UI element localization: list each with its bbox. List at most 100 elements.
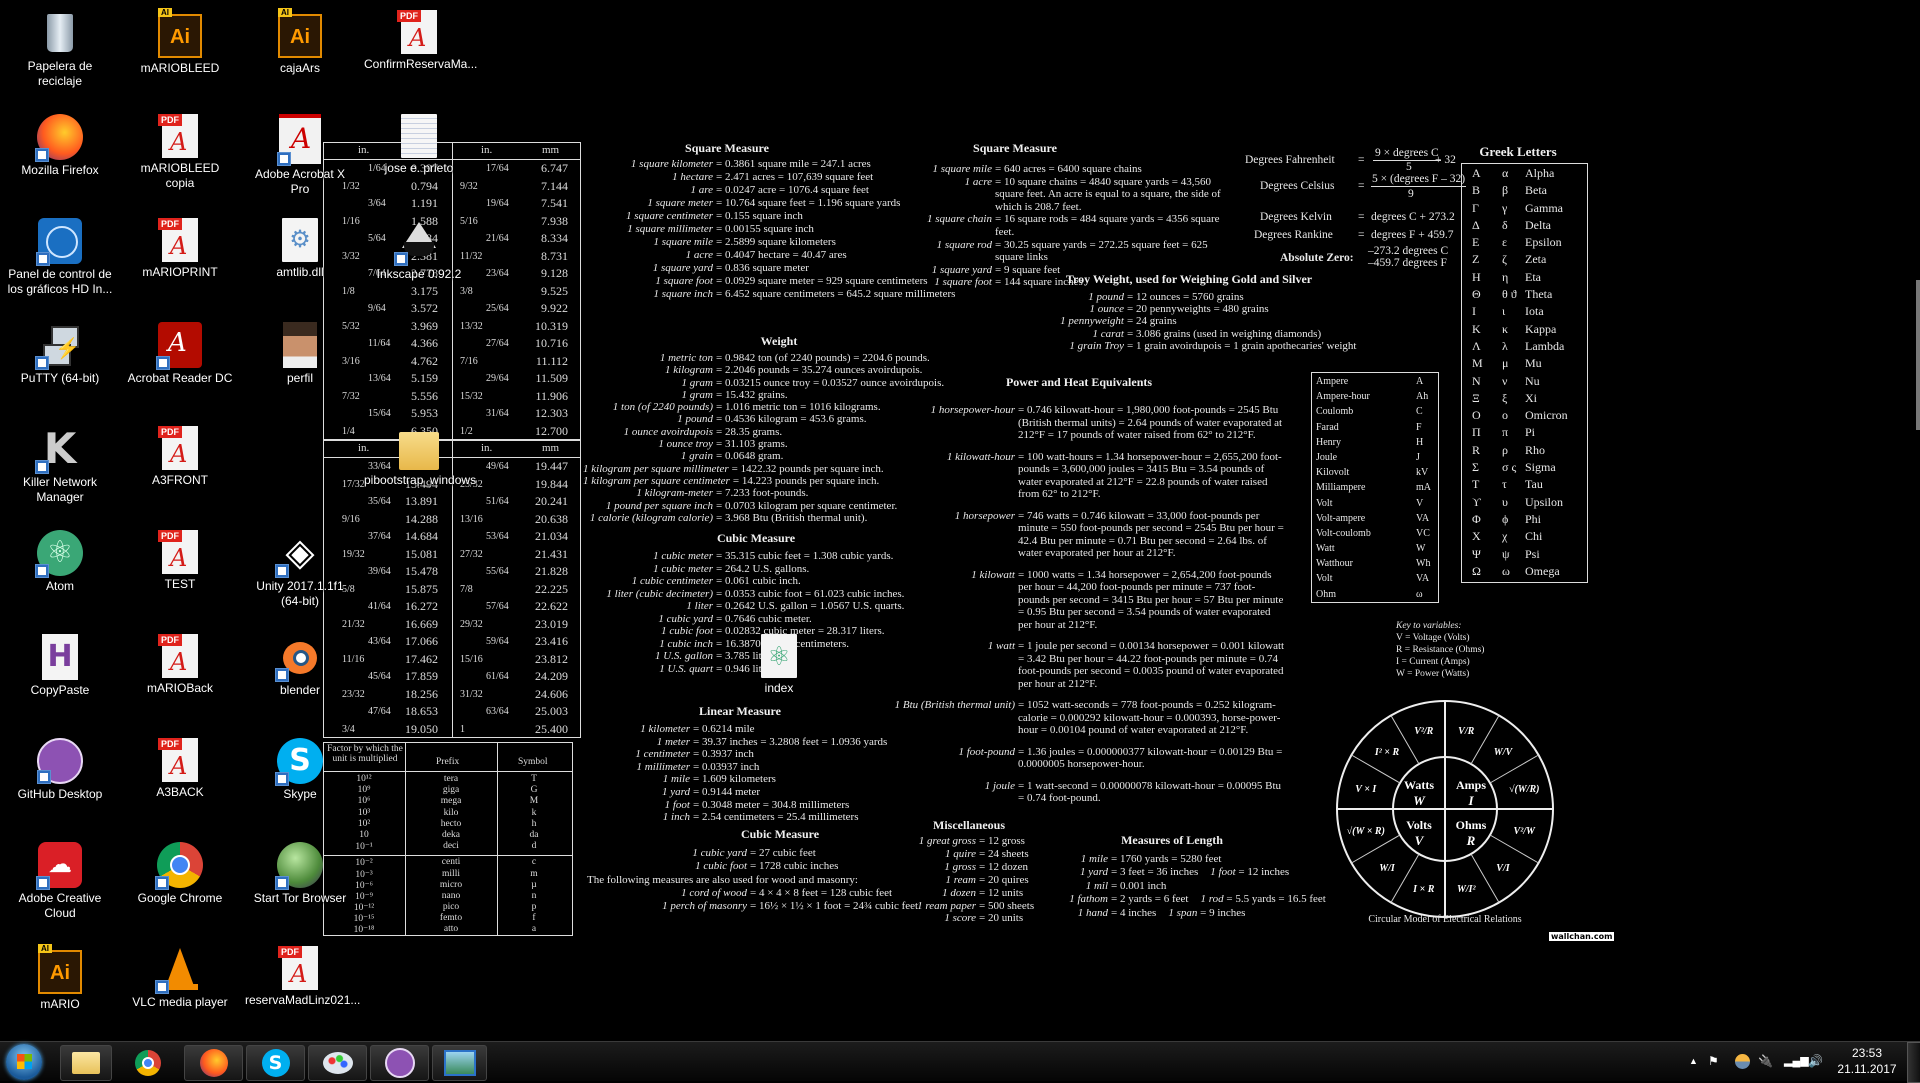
desktop-icon-google-chrome[interactable]: Google Chrome [125, 842, 235, 906]
unit-symbol: mA [1416, 482, 1431, 494]
tray-app-icon[interactable] [1735, 1054, 1750, 1069]
power-icon[interactable]: 🔌 [1758, 1054, 1773, 1068]
inch-fraction: 31/64 [486, 408, 509, 419]
taskbar-paint[interactable] [308, 1045, 367, 1081]
desktop-icon-skype[interactable]: S Skype [245, 738, 355, 802]
desktop-icon-perfil[interactable]: perfil [245, 322, 355, 386]
equivalent-value: 2.5899 square kilometers [724, 236, 836, 248]
letter-name: Zeta [1525, 252, 1547, 267]
skype-icon: S [261, 1049, 290, 1077]
equivalent-value: 0.7646 cubic meter. [724, 612, 812, 625]
desktop-icon-mariobleed-copia[interactable]: PDF A mARIOBLEED copia [125, 114, 235, 191]
conversion-line: 1 grain Troy 1 grain avoirdupois = 1 grai… [994, 340, 1457, 352]
table-row: 5/32 3.969 13/32 10.319 [324, 318, 580, 336]
uppercase: Ν [1472, 373, 1481, 388]
desktop-icon-a3front[interactable]: PDF A A3FRONT [125, 426, 235, 488]
desktop-icon-killer-network[interactable]: K Killer Network Manager [5, 426, 115, 505]
desktop-icon-unity[interactable]: ◈ Unity 2017.1.1f1 (64-bit) [245, 530, 355, 609]
equivalent-value: 1 grain avoirdupois = 1 grain apothecari… [1135, 339, 1357, 352]
start-button[interactable] [6, 1044, 42, 1080]
unit-equivalent: 30.25 square yards = 272.25 square feet … [992, 239, 1227, 264]
tor-icon [275, 842, 323, 890]
desktop-icon-a3back[interactable]: PDF A A3BACK [125, 738, 235, 800]
desktop-icon-intel-graphics[interactable]: Panel de control de los gráficos HD In..… [5, 218, 115, 297]
prefix: micro [439, 879, 463, 890]
unit-term: 1 foot [1210, 866, 1236, 879]
quantity-name: Ohms [1456, 818, 1487, 832]
taskbar-skype[interactable]: S [246, 1045, 305, 1081]
desktop-icon-putty[interactable]: ⚡ PuTTY (64-bit) [5, 322, 115, 386]
desktop-icon-start-tor-browser[interactable]: Start Tor Browser [245, 842, 355, 906]
desktop-icon-adobe-acrobat-x-pro[interactable]: A Adobe Acrobat X Pro [245, 114, 355, 197]
taskbar-file-explorer[interactable] [60, 1045, 112, 1081]
desktop-icon-reservamadlinz[interactable]: PDF A reservaMadLinz021... [245, 946, 360, 1008]
desktop-icon-copypaste[interactable]: H CopyPaste [5, 634, 115, 698]
table-row: Ηη Eta [1462, 270, 1587, 287]
desktop-icon-creative-cloud[interactable]: ☁ Adobe Creative Cloud [5, 842, 115, 921]
desktop-icon-cajaars[interactable]: AI Ai cajaArs [245, 8, 355, 76]
table-row: 10⁻¹⁵ femto f [324, 913, 572, 924]
unit-term: 1 acre [964, 175, 992, 188]
desktop-icon-jose-e-prieto[interactable]: jose e. prieto [364, 114, 474, 176]
quantity-symbol: V [1415, 833, 1425, 848]
table-row: Volt-coulomb VC [1312, 527, 1438, 542]
taskbar-firefox[interactable] [184, 1045, 243, 1081]
desktop-icon-vlc[interactable]: VLC media player [125, 946, 235, 1010]
unit-term: 1 carat [1092, 327, 1124, 340]
unit-term: 1 metric ton [659, 352, 713, 364]
symbol: d [531, 841, 537, 852]
unit-name: Joule [1316, 451, 1338, 463]
desktop-icon-confirmreserva[interactable]: PDF A ConfirmReservaMa... [364, 10, 478, 72]
symbol: p [531, 902, 537, 913]
show-desktop-button[interactable] [1907, 1042, 1920, 1083]
desktop-icon-pibootstrap-windows[interactable]: pibootstrap_windows [364, 426, 476, 488]
mm-value: 11.906 [535, 388, 568, 403]
prefix: tera [443, 774, 459, 784]
desktop-icon-marioback[interactable]: PDF A mARIOBack [125, 634, 235, 696]
desktop-icon-blender[interactable]: blender [245, 634, 355, 698]
desktop-icon-recycle-bin[interactable]: Papelera de reciclaje [5, 10, 115, 89]
equivalent-value: 0.3861 square mile = 247.1 acres [724, 158, 871, 170]
desktop-icon-firefox[interactable]: Mozilla Firefox [5, 114, 115, 178]
network-signal-icon[interactable]: ▂▄▆ [1784, 1054, 1809, 1067]
desktop-icon-inkscape[interactable]: Inkscape 0.92.2 [364, 218, 474, 282]
desktop-icon-acrobat-reader[interactable]: A Acrobat Reader DC [125, 322, 235, 386]
unit-term: 1 horsepower-hour [930, 404, 1015, 416]
mm-value: 23.416 [535, 634, 568, 648]
equivalent-value: 0.746 kilowatt-hour = 1,980,000 foot-pou… [1018, 404, 1283, 441]
volume-icon[interactable]: 🔊 [1808, 1054, 1823, 1068]
action-center-flag-icon[interactable]: ⚑ [1708, 1054, 1719, 1068]
show-hidden-icons-button[interactable]: ▲ [1689, 1056, 1698, 1066]
inch-fraction: 61/64 [486, 671, 509, 682]
taskbar-github-desktop[interactable] [370, 1045, 429, 1081]
unit-term: 1 quire [944, 847, 976, 860]
symbol: T [531, 774, 537, 784]
desktop-icon-atom[interactable]: ⚛ Atom [5, 530, 115, 594]
desktop-icon-mariobleed[interactable]: AI Ai mARIOBLEED [125, 8, 235, 76]
conversion-line: 1 gram 15.432 grains. [583, 389, 1113, 401]
desktop-icon-mario[interactable]: AI Ai mARIO [5, 944, 115, 1012]
desktop-icon-amtlib-dll[interactable]: ⚙ amtlib.dll [245, 218, 355, 280]
desktop-icon-github-desktop[interactable]: GitHub Desktop [5, 738, 115, 802]
equivalent-value: 3 feet = 36 inches [1119, 866, 1199, 879]
unit-term: 1 grain Troy [1069, 339, 1124, 352]
taskbar-chrome[interactable] [122, 1045, 174, 1081]
desktop-icon-test[interactable]: PDF A TEST [125, 530, 235, 592]
unit-equivalent: 12 gross [976, 835, 1099, 848]
icon-label: Atom [45, 579, 74, 593]
symbol: h [531, 818, 537, 829]
picture-icon [443, 1050, 476, 1076]
lowercase: ι [1502, 304, 1506, 319]
factor: 10⁻³ [355, 869, 373, 880]
uppercase: ϒ [1472, 494, 1481, 509]
icon-label: ConfirmReservaMa... [364, 57, 478, 71]
unit-term: 1 pound [677, 413, 713, 426]
unit-term: 1 square centimeter [626, 210, 713, 222]
taskbar-photo-viewer[interactable] [432, 1045, 487, 1081]
desktop-icon-index[interactable]: ⚛ index [724, 634, 834, 696]
desktop-icon-marioprint[interactable]: PDF A mARIOPRINT [125, 218, 235, 280]
mm-value: 16.272 [405, 599, 438, 613]
icon-label: Skype [283, 787, 317, 801]
letter-name: Psi [1525, 546, 1540, 561]
clock[interactable]: 23:53 21.11.2017 [1830, 1045, 1904, 1077]
